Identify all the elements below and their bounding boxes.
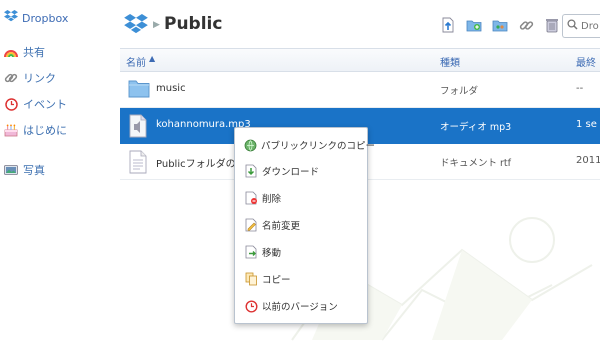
file-modified: 1 se: [576, 119, 597, 130]
menu-item-rename[interactable]: 名前変更: [235, 212, 367, 238]
menu-item-copy-public-link[interactable]: パブリックリンクのコピー: [235, 132, 375, 158]
document-icon: [128, 150, 150, 174]
sidebar-item-links[interactable]: リンク: [4, 70, 56, 86]
photo-icon: [4, 163, 18, 177]
sort-ascending-icon: ▲: [149, 54, 156, 63]
file-name[interactable]: music: [156, 83, 186, 94]
menu-item-previous-versions[interactable]: 以前のバージョン: [235, 293, 367, 319]
sidebar-item-events[interactable]: イベント: [4, 96, 67, 112]
search-input[interactable]: [581, 20, 600, 32]
rainbow-icon: [4, 45, 18, 59]
header: ▶ Public: [120, 8, 600, 42]
sidebar-item-getting-started[interactable]: はじめに: [4, 122, 67, 138]
copy-icon: [244, 272, 258, 286]
dropbox-logo-icon: [4, 10, 18, 26]
download-icon: [244, 164, 258, 178]
chain-link-icon: [4, 71, 18, 85]
sidebar-item-label: イベント: [23, 98, 67, 111]
clock-icon: [4, 97, 18, 111]
upload-icon[interactable]: [440, 17, 456, 33]
file-kind: フォルダ: [440, 86, 479, 97]
menu-item-download[interactable]: ダウンロード: [235, 158, 367, 184]
sidebar-item-sharing[interactable]: 共有: [4, 44, 45, 60]
get-link-icon[interactable]: [518, 17, 534, 33]
toolbar: [440, 17, 560, 33]
context-menu: パブリックリンクのコピー ダウンロード 削除 名前変更 移動 コピー 以前のバー…: [234, 127, 375, 324]
file-kind: オーディオ mp3: [440, 122, 512, 133]
column-header-modified[interactable]: 最終: [576, 54, 596, 69]
file-kind: ドキュメント rtf: [440, 158, 511, 169]
search-box[interactable]: [562, 14, 600, 38]
file-modified: 2011: [576, 155, 600, 166]
folder-icon: [128, 78, 150, 102]
move-icon: [244, 245, 258, 259]
table-row[interactable]: music フォルダ --: [120, 72, 600, 108]
dropbox-root-icon[interactable]: [124, 14, 148, 39]
menu-item-copy[interactable]: コピー: [235, 266, 367, 292]
history-icon: [244, 299, 258, 313]
file-list-header: 名前 ▲ 種類 最終: [120, 48, 600, 72]
rename-icon: [244, 218, 258, 232]
new-folder-icon[interactable]: [466, 17, 482, 33]
brand-name: Dropbox: [22, 11, 69, 25]
sidebar-item-label: 写真: [23, 164, 45, 177]
page-title: Public: [164, 14, 223, 34]
shared-folder-icon[interactable]: [492, 17, 508, 33]
breadcrumb-separator-icon: ▶: [153, 20, 160, 30]
link-globe-icon: [244, 138, 257, 152]
sidebar-item-label: 共有: [23, 46, 45, 59]
deleted-files-icon[interactable]: [544, 17, 560, 33]
sidebar-item-photos[interactable]: 写真: [4, 162, 45, 178]
column-header-kind[interactable]: 種類: [440, 54, 460, 69]
audio-file-icon: [128, 114, 150, 138]
file-modified: --: [576, 83, 584, 94]
file-name[interactable]: Publicフォルダの使: [156, 155, 246, 170]
sidebar: Dropbox 共有 リンク イベント はじめに 写真: [0, 0, 112, 342]
delete-icon: [244, 191, 258, 205]
dropbox-home-link[interactable]: Dropbox: [4, 10, 68, 26]
menu-item-delete[interactable]: 削除: [235, 185, 367, 211]
column-header-name[interactable]: 名前 ▲: [126, 54, 155, 69]
cake-icon: [4, 123, 18, 137]
search-icon: [567, 19, 578, 33]
sidebar-item-label: リンク: [23, 72, 56, 85]
menu-item-move[interactable]: 移動: [235, 239, 367, 265]
sidebar-item-label: はじめに: [23, 124, 67, 137]
